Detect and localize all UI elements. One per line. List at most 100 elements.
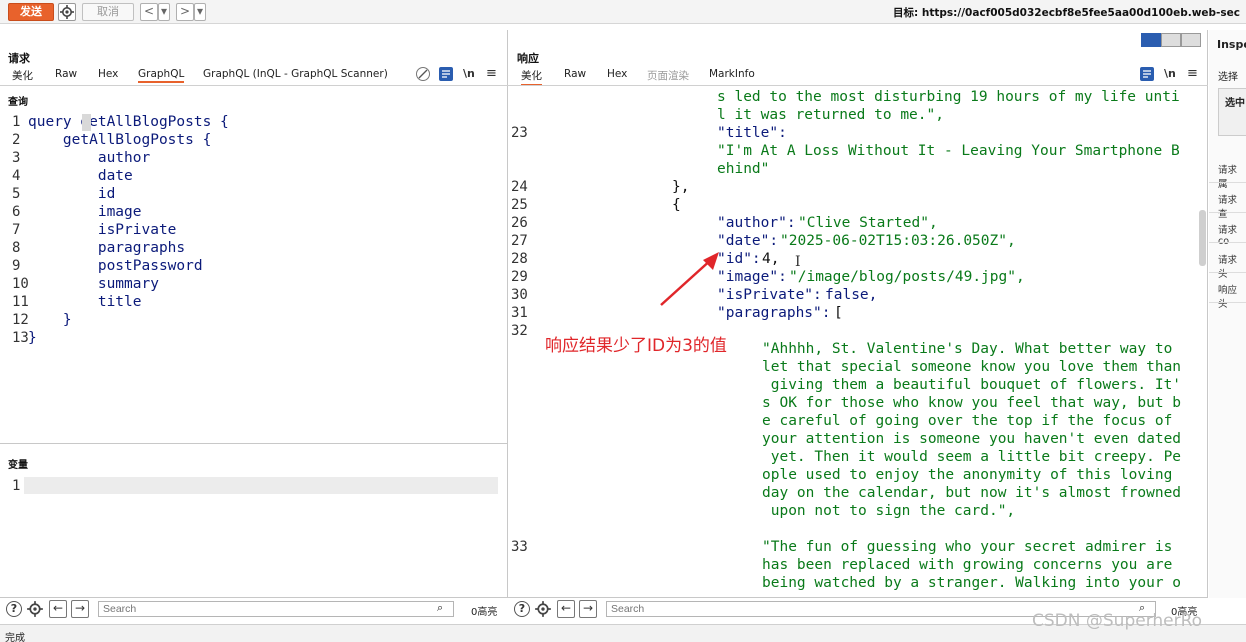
help-icon[interactable]: ? <box>6 601 22 617</box>
inspector-item-request-attrs[interactable]: 请求属 <box>1218 162 1246 190</box>
json-number: 4, <box>762 251 780 267</box>
line-number: 25 <box>511 197 528 213</box>
response-scrollbar[interactable] <box>1199 210 1206 266</box>
tab-render[interactable]: 页面渲染 <box>647 68 689 83</box>
line-number: 23 <box>511 125 528 141</box>
pretty-print-icon[interactable] <box>439 67 453 81</box>
line-number: 10 <box>12 276 29 292</box>
back-dropdown-icon[interactable]: ▾ <box>158 3 170 21</box>
json-bracket: [ <box>834 305 843 321</box>
json-string: "I'm At A Loss Without It - Leaving Your… <box>717 143 1180 159</box>
json-key: "paragraphs": <box>717 305 831 321</box>
variables-label: 变量 <box>8 460 28 471</box>
json-string: upon not to sign the card.", <box>762 503 1016 519</box>
layout-split-icon[interactable] <box>1141 33 1161 47</box>
json-string: e careful of going over the top if the f… <box>762 413 1173 429</box>
json-string: "2025-06-02T15:03:26.050Z", <box>780 233 1016 249</box>
line-number: 31 <box>511 305 528 321</box>
newline-icon[interactable]: \n <box>463 67 475 80</box>
tab-graphql-inql[interactable]: GraphQL (InQL - GraphQL Scanner) <box>203 68 388 80</box>
query-line: title <box>28 294 142 310</box>
tab-raw[interactable]: Raw <box>55 68 77 80</box>
response-tabs: 美化 Raw Hex 页面渲染 MarkInfo <box>508 68 1208 86</box>
line-number: 6 <box>12 204 21 220</box>
search-settings-gear-icon[interactable] <box>26 600 44 621</box>
tab-hex[interactable]: Hex <box>607 68 627 80</box>
json-string: "Ahhhh, St. Valentine's Day. What better… <box>762 341 1173 357</box>
line-number: 26 <box>511 215 528 231</box>
forward-button[interactable]: > <box>176 3 194 21</box>
search-next-icon[interactable]: → <box>71 600 89 618</box>
tab-markinfo[interactable]: MarkInfo <box>709 68 755 80</box>
hide-icon[interactable] <box>416 67 430 81</box>
pretty-print-icon[interactable] <box>1140 67 1154 81</box>
layout-horizontal-icon[interactable] <box>1161 33 1181 47</box>
inspector-item-request-cookies[interactable]: 请求co <box>1218 222 1246 247</box>
help-icon[interactable]: ? <box>514 601 530 617</box>
layout-single-icon[interactable] <box>1181 33 1201 47</box>
json-string: l it was returned to me.", <box>717 107 944 123</box>
line-number: 30 <box>511 287 528 303</box>
query-line: postPassword <box>28 258 203 274</box>
json-string: giving them a beautiful bouquet of flowe… <box>762 377 1182 393</box>
menu-icon[interactable]: ≡ <box>486 66 497 81</box>
newline-icon[interactable]: \n <box>1164 67 1176 80</box>
tab-graphql[interactable]: GraphQL <box>138 68 185 83</box>
watermark: CSDN @SuperherRo <box>1032 611 1203 631</box>
divider <box>0 443 508 444</box>
json-string: your attention is someone you haven't ev… <box>762 431 1182 447</box>
query-line: id <box>28 186 116 202</box>
query-line: author <box>28 150 151 166</box>
inspector-item-response-headers[interactable]: 响应头 <box>1218 282 1246 310</box>
inspector-item-request-headers[interactable]: 请求头 <box>1218 252 1246 280</box>
json-string: day on the calendar, but now it's almost… <box>762 485 1182 501</box>
search-prev-icon[interactable]: ← <box>557 600 575 618</box>
line-number: 8 <box>12 240 21 256</box>
inspector-item-request-query[interactable]: 请求查 <box>1218 192 1246 220</box>
tab-pretty[interactable]: 美化 <box>521 68 542 86</box>
json-string: "The fun of guessing who your secret adm… <box>762 539 1173 555</box>
line-number: 33 <box>511 539 528 555</box>
menu-icon[interactable]: ≡ <box>1187 66 1198 81</box>
tab-hex[interactable]: Hex <box>98 68 118 80</box>
inspector-selection-box[interactable]: 选中 <box>1218 88 1246 136</box>
query-editor[interactable]: 1 query getAllBlogPosts {2 getAllBlogPost… <box>0 113 507 443</box>
line-number: 1 <box>12 114 21 130</box>
json-string: ople used to enjoy the anonymity of this… <box>762 467 1173 483</box>
line-number: 3 <box>12 150 21 166</box>
forward-dropdown-icon[interactable]: ▾ <box>194 3 206 21</box>
tab-pretty[interactable]: 美化 <box>12 68 33 83</box>
divider <box>508 597 1208 598</box>
search-prev-icon[interactable]: ← <box>49 600 67 618</box>
cancel-button[interactable]: 取消 <box>82 3 134 21</box>
tab-raw[interactable]: Raw <box>564 68 586 80</box>
json-string: being watched by a stranger. Walking int… <box>762 575 1182 591</box>
line-number: 13 <box>12 330 29 346</box>
annotation-text: 响应结果少了ID为3的值 <box>545 336 727 356</box>
ibeam-cursor-icon: I <box>795 254 801 270</box>
variables-editor[interactable] <box>24 477 498 494</box>
search-next-icon[interactable]: → <box>579 600 597 618</box>
json-brace: }, <box>672 179 690 195</box>
divider <box>1209 302 1246 303</box>
target-url: 目标: https://0acf005d032ecbf8e5fee5aa00d1… <box>893 7 1240 19</box>
query-label: 查询 <box>8 97 28 108</box>
line-number: 28 <box>511 251 528 267</box>
back-button[interactable]: < <box>140 3 158 21</box>
json-string: s OK for those who know you feel that wa… <box>762 395 1182 411</box>
json-string: let that special someone know you love t… <box>762 359 1182 375</box>
settings-gear-icon[interactable] <box>58 3 76 21</box>
send-button[interactable]: 发送 <box>8 3 54 21</box>
line-number: 29 <box>511 269 528 285</box>
status-text: 完成 <box>5 633 25 642</box>
inspector-select-label: 选择 <box>1218 72 1238 83</box>
line-number: 32 <box>511 323 528 339</box>
line-number: 9 <box>12 258 21 274</box>
divider <box>1209 182 1246 183</box>
layout-toggle[interactable] <box>1141 33 1201 47</box>
divider <box>1209 242 1246 243</box>
json-string: "Clive Started", <box>798 215 938 231</box>
request-search-input[interactable] <box>98 601 454 617</box>
divider <box>1209 212 1246 213</box>
search-settings-gear-icon[interactable] <box>534 600 552 621</box>
